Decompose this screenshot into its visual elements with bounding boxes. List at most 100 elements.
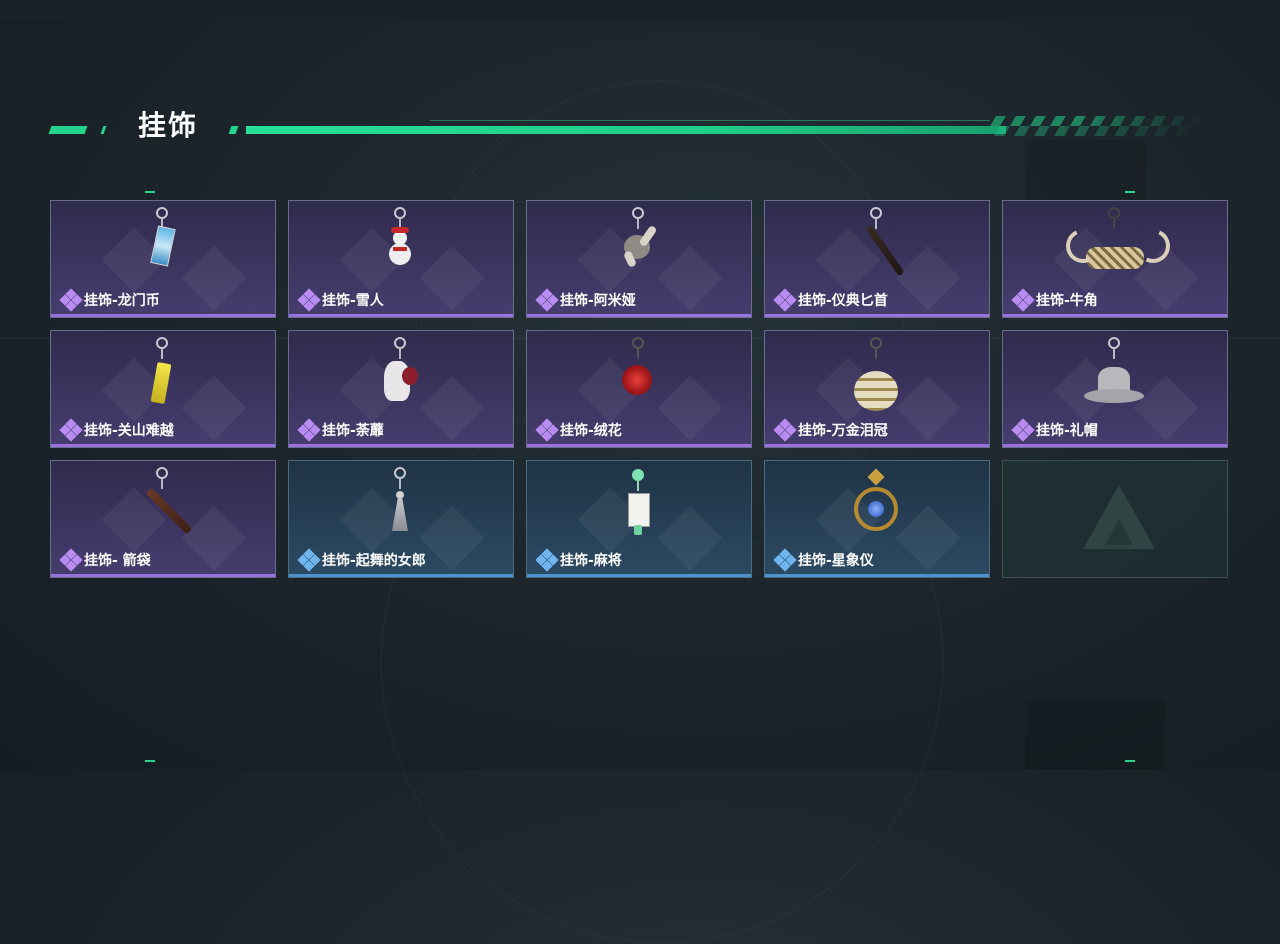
charm-card[interactable]: 挂饰-关山难越 [50,330,276,448]
header-thin-line [430,120,990,121]
page-title: 挂饰 [138,109,199,142]
charm-label: 挂饰-龙门币 [59,288,160,312]
charm-name: 挂饰-礼帽 [1036,423,1098,439]
charm-card[interactable]: 挂饰-起舞的女郎 [288,460,514,578]
crown-charm-icon [842,337,912,415]
header-accent [228,126,239,134]
charm-card[interactable]: 挂饰-礼帽 [1002,330,1228,448]
charm-name: 挂饰-星象仪 [798,553,874,569]
charm-card[interactable]: 挂饰- 箭袋 [50,460,276,578]
section-header: 挂饰 [48,109,1210,146]
rarity-stripe [51,444,275,447]
header-checker-pattern [984,116,1206,136]
charm-name: 挂饰-麻将 [560,553,622,569]
charm-label: 挂饰-万金泪冠 [773,418,888,442]
background-shape [1025,700,1165,770]
charm-label: 挂饰-关山难越 [59,418,174,442]
rarity-stripe [289,574,513,577]
charm-card[interactable]: 挂饰-麻将 [526,460,752,578]
empty-slot [1002,460,1228,578]
coin-card-charm-icon [128,207,198,285]
red-flower-charm-icon [604,337,674,415]
rarity-stripe [765,574,989,577]
header-accent [48,126,88,134]
rarity-stripe [527,314,751,317]
rarity-gem-icon [535,418,559,442]
header-line [246,126,1006,134]
charm-card[interactable]: 挂饰-龙门币 [50,200,276,318]
charm-label: 挂饰-阿米娅 [535,288,636,312]
rarity-stripe [1003,314,1227,317]
charm-label: 挂饰-仪典匕首 [773,288,888,312]
charm-label: 挂饰-绒花 [535,418,622,442]
flower-doll-charm-icon [366,337,436,415]
charm-name: 挂饰-阿米娅 [560,293,636,309]
dagger-charm-icon [842,207,912,285]
rarity-stripe [51,574,275,577]
charm-card[interactable]: 挂饰-仪典匕首 [764,200,990,318]
charm-label: 挂饰-起舞的女郎 [297,548,426,572]
corner-mark [145,191,155,193]
rarity-gem-icon [297,548,321,572]
rarity-gem-icon [535,548,559,572]
charm-card[interactable]: 挂饰-万金泪冠 [764,330,990,448]
corner-mark [1125,760,1135,762]
astrolabe-charm-icon [842,467,912,545]
charm-card[interactable]: 挂饰-牛角 [1002,200,1228,318]
hat-charm-icon [1080,337,1150,415]
rarity-gem-icon [59,548,83,572]
mahjong-charm-icon [604,467,674,545]
charm-label: 挂饰-荼蘼 [297,418,384,442]
corner-mark [145,760,155,762]
charm-name: 挂饰-仪典匕首 [798,293,888,309]
rarity-gem-icon [59,288,83,312]
rarity-stripe [51,314,275,317]
rarity-stripe [1003,444,1227,447]
charm-name: 挂饰-万金泪冠 [798,423,888,439]
rarity-stripe [527,444,751,447]
charm-card[interactable]: 挂饰-绒花 [526,330,752,448]
charm-card[interactable]: 挂饰-荼蘼 [288,330,514,448]
rarity-gem-icon [773,288,797,312]
rarity-stripe [765,444,989,447]
charm-grid: 挂饰-龙门币 挂饰-雪人 挂饰-阿米娅 挂饰-仪典匕首 挂饰-牛角 挂饰-关山难… [50,200,1230,580]
rarity-gem-icon [1011,418,1035,442]
charm-label: 挂饰-麻将 [535,548,622,572]
top-bar [0,0,1280,20]
charm-label: 挂饰- 箭袋 [59,548,151,572]
charm-name: 挂饰-起舞的女郎 [322,553,426,569]
charm-name: 挂饰-雪人 [322,293,384,309]
charm-label: 挂饰-礼帽 [1011,418,1098,442]
rarity-stripe [765,314,989,317]
charm-card[interactable]: 挂饰-阿米娅 [526,200,752,318]
rarity-gem-icon [1011,288,1035,312]
rarity-stripe [527,574,751,577]
charm-name: 挂饰-牛角 [1036,293,1098,309]
rarity-gem-icon [773,548,797,572]
corner-mark [1125,191,1135,193]
charm-name: 挂饰-绒花 [560,423,622,439]
quiver-charm-icon [128,467,198,545]
charm-card[interactable]: 挂饰-雪人 [288,200,514,318]
rarity-stripe [289,444,513,447]
rarity-gem-icon [297,288,321,312]
yellow-tag-charm-icon [128,337,198,415]
rarity-gem-icon [59,418,83,442]
header-accent [100,126,107,134]
dancer-charm-icon [366,467,436,545]
rarity-gem-icon [773,418,797,442]
charm-card[interactable]: 挂饰-星象仪 [764,460,990,578]
amiya-plush-charm-icon [604,207,674,285]
charm-name: 挂饰-龙门币 [84,293,160,309]
charm-label: 挂饰-雪人 [297,288,384,312]
snowman-charm-icon [366,207,436,285]
charm-name: 挂饰-关山难越 [84,423,174,439]
charm-name: 挂饰- 箭袋 [84,553,151,569]
charm-name: 挂饰-荼蘼 [322,423,384,439]
rarity-gem-icon [535,288,559,312]
bull-horn-charm-icon [1061,207,1175,285]
rarity-stripe [289,314,513,317]
charm-label: 挂饰-牛角 [1011,288,1098,312]
charm-label: 挂饰-星象仪 [773,548,874,572]
rarity-gem-icon [297,418,321,442]
